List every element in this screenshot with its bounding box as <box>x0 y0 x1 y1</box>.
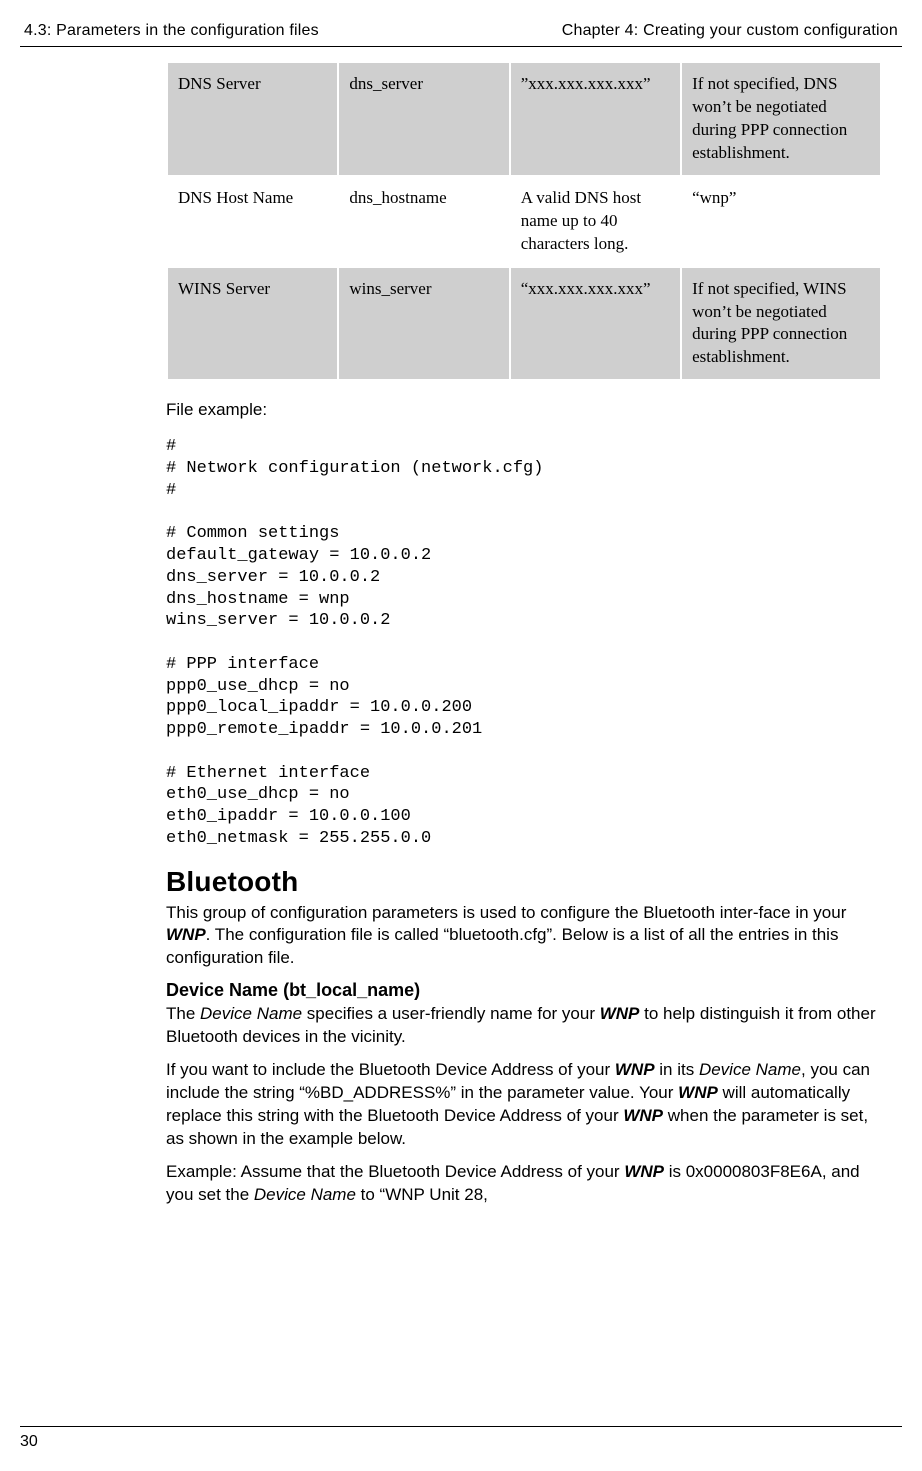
device-name-term: Device Name <box>254 1185 356 1204</box>
wnp-term: WNP <box>678 1083 718 1102</box>
text-fragment: specifies a user-friendly name for your <box>302 1004 600 1023</box>
table-cell: dns_hostname <box>338 176 509 267</box>
header-rule <box>20 46 902 47</box>
file-example-label: File example: <box>166 399 882 422</box>
wnp-term: WNP <box>166 925 206 944</box>
table-cell: If not specified, WINS won’t be negotiat… <box>681 267 881 381</box>
device-name-term: Device Name <box>699 1060 801 1079</box>
text-fragment: in its <box>655 1060 699 1079</box>
text-fragment: The <box>166 1004 200 1023</box>
wnp-term: WNP <box>624 1162 664 1181</box>
table-cell: DNS Server <box>167 62 338 176</box>
wnp-term: WNP <box>623 1106 663 1125</box>
table-cell: DNS Host Name <box>167 176 338 267</box>
text-fragment: This group of configuration parameters i… <box>166 903 846 922</box>
table-row: DNS Host Name dns_hostname A valid DNS h… <box>167 176 881 267</box>
device-name-p3: Example: Assume that the Bluetooth Devic… <box>166 1161 882 1207</box>
section-heading-bluetooth: Bluetooth <box>166 866 882 898</box>
parameters-table: DNS Server dns_server ”xxx.xxx.xxx.xxx” … <box>166 61 882 381</box>
subheading-device-name: Device Name (bt_local_name) <box>166 980 882 1001</box>
table-row: WINS Server wins_server “xxx.xxx.xxx.xxx… <box>167 267 881 381</box>
bluetooth-intro: This group of configuration parameters i… <box>166 902 882 971</box>
table-cell: dns_server <box>338 62 509 176</box>
device-name-p2: If you want to include the Bluetooth Dev… <box>166 1059 882 1151</box>
header-right: Chapter 4: Creating your custom configur… <box>562 22 898 40</box>
text-fragment: . The configuration file is called “blue… <box>166 925 838 967</box>
device-name-term: Device Name <box>200 1004 302 1023</box>
page-number: 30 <box>20 1433 902 1451</box>
table-cell: “xxx.xxx.xxx.xxx” <box>510 267 681 381</box>
table-cell: “wnp” <box>681 176 881 267</box>
table-cell: A valid DNS host name up to 40 character… <box>510 176 681 267</box>
table-row: DNS Server dns_server ”xxx.xxx.xxx.xxx” … <box>167 62 881 176</box>
table-cell: ”xxx.xxx.xxx.xxx” <box>510 62 681 176</box>
text-fragment: to “WNP Unit 28, <box>356 1185 488 1204</box>
header-left: 4.3: Parameters in the configuration fil… <box>24 22 319 40</box>
footer-rule <box>20 1426 902 1427</box>
device-name-p1: The Device Name specifies a user-friendl… <box>166 1003 882 1049</box>
text-fragment: If you want to include the Bluetooth Dev… <box>166 1060 615 1079</box>
table-cell: wins_server <box>338 267 509 381</box>
wnp-term: WNP <box>600 1004 640 1023</box>
footer: 30 <box>20 1426 902 1451</box>
table-cell: WINS Server <box>167 267 338 381</box>
page: 4.3: Parameters in the configuration fil… <box>0 0 922 1471</box>
table-cell: If not specified, DNS won’t be negotiate… <box>681 62 881 176</box>
text-fragment: Example: Assume that the Bluetooth Devic… <box>166 1162 624 1181</box>
content-area: DNS Server dns_server ”xxx.xxx.xxx.xxx” … <box>166 61 882 1207</box>
code-example: # # Network configuration (network.cfg) … <box>166 436 882 849</box>
wnp-term: WNP <box>615 1060 655 1079</box>
running-header: 4.3: Parameters in the configuration fil… <box>20 22 902 44</box>
